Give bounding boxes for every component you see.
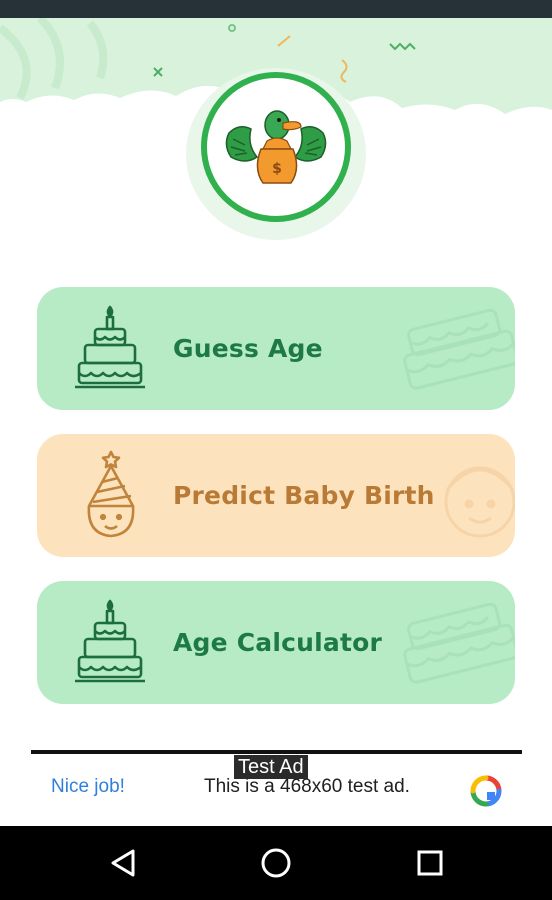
- system-navigation-bar: [0, 826, 552, 900]
- birthday-cake-icon: [75, 305, 145, 389]
- back-button[interactable]: [106, 846, 140, 880]
- guess-age-label: Guess Age: [173, 334, 323, 363]
- recents-square-icon: [417, 850, 443, 876]
- birthday-cake-icon: [75, 599, 145, 683]
- home-button[interactable]: [259, 846, 293, 880]
- party-hat-baby-icon: [87, 450, 135, 538]
- age-calculator-button[interactable]: Age Calculator: [37, 581, 515, 704]
- guess-age-button[interactable]: Guess Age: [37, 287, 515, 410]
- back-triangle-icon: [111, 849, 135, 877]
- ad-choices-logo-icon[interactable]: [469, 774, 503, 808]
- home-circle-icon: [261, 848, 291, 878]
- ad-nice-job-text: Nice job!: [51, 776, 125, 797]
- svg-text:$: $: [272, 161, 282, 177]
- cake-watermark-icon: [403, 602, 515, 684]
- age-calculator-label: Age Calculator: [173, 628, 383, 657]
- test-ad-tag: Test Ad: [234, 755, 308, 779]
- status-bar: [0, 0, 552, 18]
- predict-baby-birth-button[interactable]: Predict Baby Birth: [37, 434, 515, 557]
- app-logo: $: [201, 72, 351, 222]
- baby-watermark-icon: [444, 466, 515, 538]
- recents-button[interactable]: [413, 846, 447, 880]
- cake-watermark-icon: [403, 308, 515, 390]
- duck-money-bag-icon: $: [225, 110, 327, 184]
- predict-baby-birth-label: Predict Baby Birth: [173, 481, 435, 510]
- ad-text: This is a 468x60 test ad.: [204, 776, 410, 797]
